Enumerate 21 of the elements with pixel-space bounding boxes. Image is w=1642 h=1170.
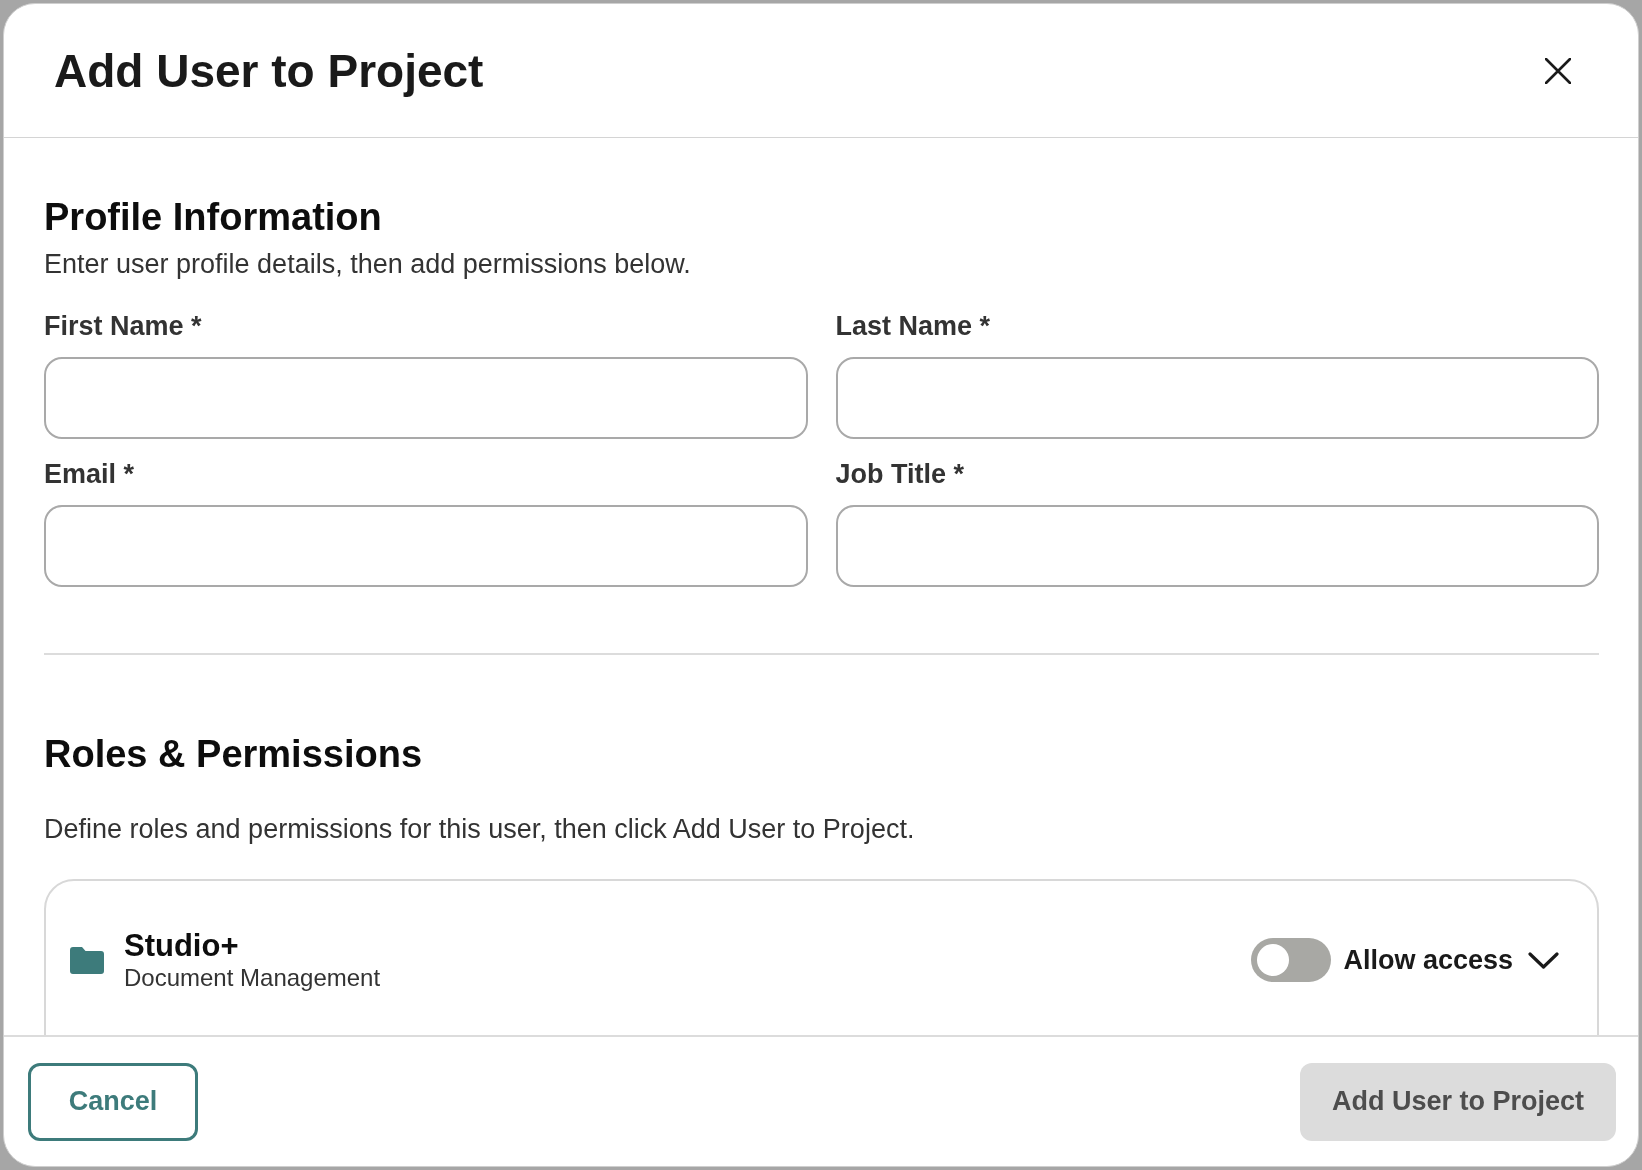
section-description: Enter user profile details, then add permissions below. — [44, 248, 692, 280]
section-description: Define roles and permissions for this user, then click Add User to Project. — [44, 813, 916, 845]
field-label: First Name * — [44, 310, 203, 342]
field-label: Last Name * — [835, 310, 992, 342]
dialog-button[interactable]: Cancel — [28, 1062, 198, 1141]
access-toggle[interactable] — [1251, 938, 1332, 982]
chevron-icon[interactable] — [1528, 951, 1559, 969]
folder-icon — [70, 946, 104, 974]
app-subtitle: Document Management — [124, 964, 381, 992]
text-field[interactable] — [835, 505, 1599, 587]
access-label: Allow access — [1343, 944, 1513, 976]
close-icon — [1545, 57, 1571, 84]
text-field[interactable] — [44, 357, 808, 439]
field-label: Job Title * — [835, 458, 966, 490]
text-field[interactable] — [44, 505, 808, 587]
text-field[interactable] — [835, 357, 1599, 439]
field-label: Email * — [44, 458, 136, 490]
section-heading: Roles & Permissions — [44, 732, 424, 777]
dialog-title: Add User to Project — [54, 43, 484, 98]
section-heading: Profile Information — [44, 195, 383, 240]
app-name: Studio+ — [124, 928, 240, 964]
